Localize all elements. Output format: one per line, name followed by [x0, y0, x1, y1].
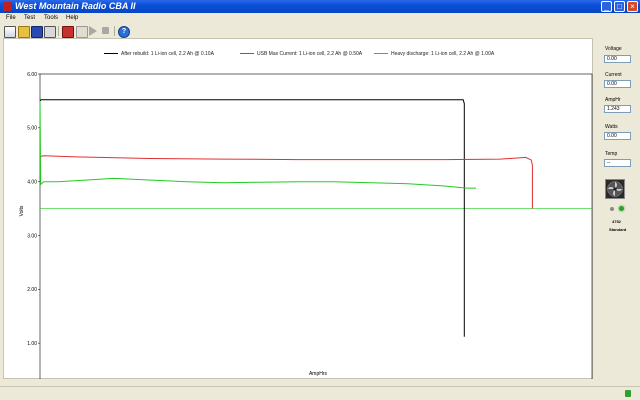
open-file-icon[interactable] [18, 26, 30, 38]
x-axis-label: AmpHrs [309, 371, 328, 377]
menu-tools[interactable]: Tools [44, 13, 58, 24]
close-button[interactable]: × [627, 1, 638, 12]
menu-bar: File Test Tools Help [0, 13, 640, 24]
amphr-field: 1.243 [604, 105, 631, 113]
settings-icon[interactable] [76, 26, 88, 38]
window-title: West Mountain Radio CBA II [15, 1, 136, 11]
device-mode: Standard [609, 227, 627, 232]
y-tick-label: 4.00 [27, 179, 37, 185]
current-label: Current [605, 72, 622, 78]
status-led-icon [610, 207, 614, 211]
print-icon[interactable] [44, 26, 56, 38]
fan-icon [605, 179, 625, 199]
temp-field: -- [604, 159, 631, 167]
temp-label: Temp [605, 151, 618, 157]
voltage-field: 0.00 [604, 55, 631, 63]
watts-field: 0.00 [604, 132, 631, 140]
app-icon [3, 2, 12, 11]
toolbar: ? [0, 24, 640, 38]
menu-file[interactable]: File [6, 13, 16, 24]
current-field: 0.00 [604, 80, 631, 88]
y-tick-label: 2.00 [27, 287, 37, 293]
amphr-label: AmpHr [605, 97, 621, 103]
plot-area [39, 73, 593, 379]
series-line-0 [39, 99, 465, 337]
toolbar-separator [114, 26, 115, 36]
y-axis-label: Volts [19, 205, 25, 216]
y-tick-label: 3.00 [27, 233, 37, 239]
title-bar: West Mountain Radio CBA II _ □ × [0, 0, 640, 13]
help-icon[interactable]: ? [118, 26, 130, 38]
maximize-button[interactable]: □ [614, 1, 625, 12]
stop-icon[interactable] [102, 27, 109, 34]
calibrate-icon[interactable] [62, 26, 74, 38]
discharge-chart: 1.002.003.004.005.006.00 0.0000.1400.280… [19, 72, 593, 379]
save-icon[interactable] [31, 26, 43, 38]
connection-status-icon [625, 390, 631, 397]
device-id: 4752 [612, 219, 621, 224]
toolbar-separator [58, 26, 59, 36]
y-tick-label: 5.00 [27, 126, 37, 132]
menu-help[interactable]: Help [66, 13, 78, 24]
menu-test[interactable]: Test [24, 13, 35, 24]
series-line-2 [39, 100, 477, 189]
y-tick-label: 1.00 [27, 341, 37, 347]
y-tick-label: 6.00 [27, 72, 37, 78]
status-led-icon [619, 206, 624, 211]
chart-panel: After rebuild: 1 Li-ion cell, 2.2 Ah @ 0… [3, 38, 593, 379]
new-test-icon[interactable] [4, 26, 16, 38]
voltage-label: Voltage [605, 46, 622, 52]
minimize-button[interactable]: _ [601, 1, 612, 12]
status-bar [0, 386, 640, 400]
play-icon[interactable] [89, 26, 97, 36]
watts-label: Watts [605, 124, 618, 130]
